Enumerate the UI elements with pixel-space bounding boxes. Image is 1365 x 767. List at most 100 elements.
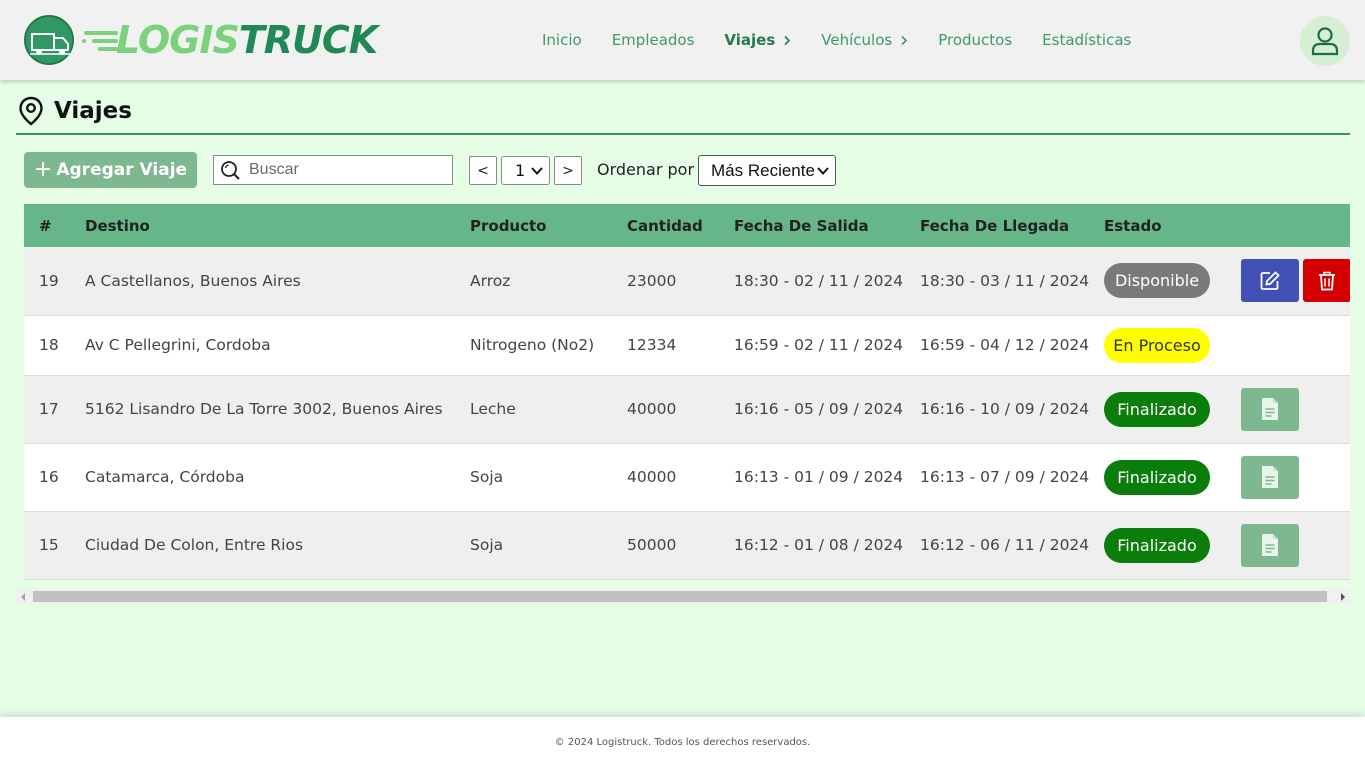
page-title-text: Viajes (54, 98, 132, 124)
column-header: # (39, 216, 52, 235)
document-icon (1262, 398, 1278, 420)
table-row[interactable]: 15 Ciudad De Colon, Entre Rios Soja 50000 16… (24, 511, 1350, 579)
document-icon (1262, 534, 1278, 556)
brand-name: LOGISTRUCK (116, 16, 378, 64)
delete-button[interactable] (1303, 259, 1350, 303)
status-cell: En Proceso (1089, 315, 1226, 375)
page-select[interactable]: 1 (501, 156, 550, 185)
next-page-button[interactable]: > (554, 156, 582, 185)
nav-item-1[interactable]: Empleados (612, 31, 695, 49)
column-header (1226, 204, 1350, 247)
trip-id-cell: 15 (39, 536, 59, 554)
edit-icon (1260, 270, 1280, 290)
scrollbar-thumb[interactable] (33, 591, 1327, 602)
page-select-value: 1 (515, 161, 526, 180)
horizontal-scrollbar[interactable] (16, 589, 1350, 604)
column-header: Fecha De Salida (734, 216, 869, 235)
column-header: Destino (85, 216, 150, 235)
footer-text: © 2024 Logistruck. Todos los derechos re… (554, 736, 811, 748)
speed-lines-icon (82, 31, 118, 51)
page-title: Viajes (18, 96, 132, 126)
plus-icon: + (33, 157, 53, 182)
prev-page-button[interactable]: < (469, 156, 497, 185)
user-avatar-button[interactable] (1300, 16, 1350, 66)
arrival-cell: 16:59 - 04 / 12 / 2024 (920, 336, 1090, 354)
status-badge: Finalizado (1104, 391, 1210, 427)
product-cell: Soja (470, 468, 504, 486)
nav-item-label: Estadísticas (1042, 31, 1132, 49)
status-badge: Finalizado (1104, 459, 1210, 495)
view-document-button[interactable] (1241, 455, 1299, 499)
destination-cell: Av C Pellegrini, Cordoba (85, 336, 271, 354)
status-cell: Finalizado (1089, 443, 1226, 511)
actions-cell (1226, 247, 1350, 315)
view-document-button[interactable] (1241, 387, 1299, 431)
nav-item-4[interactable]: Productos (938, 31, 1012, 49)
nav-item-label: Empleados (611, 31, 695, 49)
actions-cell (1226, 375, 1350, 443)
quantity-cell: 40000 (627, 400, 677, 418)
product-cell: Arroz (470, 271, 511, 290)
table-row[interactable]: 16 Catamarca, Córdoba Soja 40000 16:13 - 01 … (24, 443, 1350, 511)
sort-select[interactable]: Más Reciente (698, 155, 836, 186)
arrival-cell: 16:16 - 10 / 09 / 2024 (920, 400, 1090, 418)
actions-cell (1226, 511, 1350, 579)
logo[interactable]: LOGISTRUCK (24, 15, 378, 65)
trip-id-cell: 16 (39, 468, 59, 486)
search-icon (221, 161, 240, 180)
departure-cell: 16:59 - 02 / 11 / 2024 (734, 336, 904, 354)
chevron-down-icon (817, 167, 829, 175)
edit-button[interactable] (1241, 259, 1299, 303)
main-nav: Inicio Empleados Viajes Vehículos Productos E… (542, 31, 1161, 49)
arrival-cell: 18:30 - 03 / 11 / 2024 (920, 271, 1090, 290)
arrival-cell: 16:13 - 07 / 09 / 2024 (920, 468, 1090, 486)
quantity-cell: 23000 (627, 271, 677, 290)
trash-icon (1319, 271, 1335, 291)
product-cell: Leche (470, 400, 516, 418)
table-row[interactable]: 17 5162 Lisandro De La Torre 3002, Buenos… (24, 375, 1350, 443)
status-cell: Finalizado (1089, 375, 1226, 443)
product-cell: Soja (470, 536, 504, 554)
nav-item-label: Vehículos (821, 31, 893, 49)
add-trip-button[interactable]: + Agregar Viaje (24, 152, 197, 188)
destination-cell: A Castellanos, Buenos Aires (85, 271, 301, 290)
nav-item-label: Inicio (542, 31, 582, 49)
column-header: Fecha De Llegada (920, 216, 1070, 235)
nav-item-2[interactable]: Viajes (724, 31, 791, 49)
departure-cell: 16:12 - 01 / 08 / 2024 (734, 536, 904, 554)
scroll-right-arrow[interactable] (1341, 593, 1345, 601)
brand-name-part2: TRUCK (238, 18, 378, 62)
departure-cell: 16:16 - 05 / 09 / 2024 (734, 400, 904, 418)
nav-item-label: Productos (938, 31, 1013, 49)
document-icon (1262, 466, 1278, 488)
sort-label: Ordenar por (597, 160, 695, 179)
search-input[interactable] (249, 161, 439, 179)
nav-item-label: Viajes (724, 31, 776, 49)
destination-cell: Ciudad De Colon, Entre Rios (85, 536, 304, 554)
status-cell: Disponible (1089, 247, 1226, 315)
table-row[interactable]: 19 A Castellanos, Buenos Aires Arroz 23000 1… (24, 247, 1350, 315)
table-row[interactable]: 18 Av C Pellegrini, Cordoba Nitrogeno (No2… (24, 315, 1350, 375)
add-trip-label: Agregar Viaje (56, 160, 188, 180)
trip-id-cell: 17 (39, 400, 59, 418)
view-document-button[interactable] (1241, 523, 1299, 567)
quantity-cell: 12334 (627, 336, 677, 354)
table-header-row: # Destino Producto Cantidad Fecha De Salida F… (24, 204, 1350, 247)
product-cell: Nitrogeno (No2) (470, 336, 595, 354)
status-badge: En Proceso (1104, 327, 1210, 363)
scroll-left-arrow[interactable] (21, 593, 25, 601)
sort-select-value: Más Reciente (711, 160, 815, 180)
departure-cell: 18:30 - 02 / 11 / 2024 (734, 271, 904, 290)
nav-item-3[interactable]: Vehículos (821, 31, 908, 49)
destination-cell: 5162 Lisandro De La Torre 3002, Buenos A… (85, 400, 443, 418)
chevron-right-icon (901, 35, 908, 45)
nav-item-5[interactable]: Estadísticas (1042, 31, 1131, 49)
nav-item-0[interactable]: Inicio (542, 31, 582, 49)
trip-id-cell: 18 (39, 336, 59, 354)
trip-id-cell: 19 (39, 271, 59, 290)
column-header: Cantidad (627, 216, 703, 235)
brand-name-part1: LOGIS (116, 18, 240, 62)
title-divider (16, 133, 1350, 135)
table-body: 19 A Castellanos, Buenos Aires Arroz 23000 1… (24, 247, 1350, 579)
chevron-right-icon (784, 35, 791, 45)
